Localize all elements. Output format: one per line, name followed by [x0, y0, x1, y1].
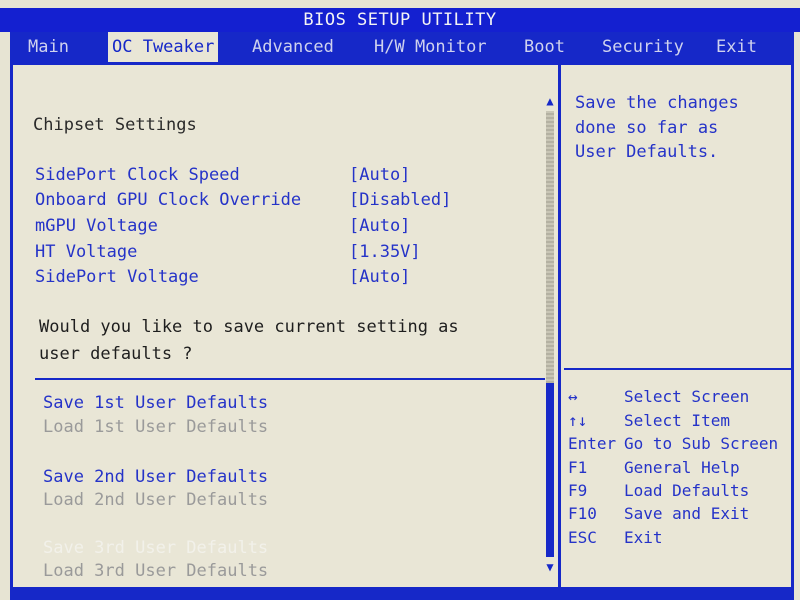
save-question-line-1: Would you like to save current setting a…	[39, 317, 459, 337]
tab-boot[interactable]: Boot	[524, 32, 565, 62]
setting-onboard-gpu-clock-override[interactable]: Onboard GPU Clock Override [Disabled]	[35, 190, 535, 216]
key-name: F1	[568, 458, 588, 477]
setting-value[interactable]: [Auto]	[349, 165, 410, 185]
scroll-up-arrow-icon[interactable]: ▲	[544, 93, 556, 109]
tab-main[interactable]: Main	[28, 32, 69, 62]
help-pane: Save the changes done so far as User Def…	[564, 65, 791, 587]
help-text-line-3: User Defaults.	[575, 142, 719, 162]
save-question-line-2: user defaults ?	[39, 344, 193, 364]
key-description: Go to Sub Screen	[624, 434, 779, 453]
tab-exit[interactable]: Exit	[716, 32, 757, 62]
key-description: Exit	[624, 528, 663, 547]
load-3rd-user-defaults[interactable]: Load 3rd User Defaults	[43, 561, 268, 581]
save-1st-user-defaults[interactable]: Save 1st User Defaults	[43, 393, 268, 413]
setting-label: SidePort Voltage	[35, 267, 199, 287]
key-name: ESC	[568, 528, 597, 547]
setting-label: SidePort Clock Speed	[35, 165, 240, 185]
menu-bar: Main OC Tweaker Advanced H/W Monitor Boo…	[10, 32, 794, 62]
setting-value[interactable]: [1.35V]	[349, 242, 421, 262]
tab-oc-tweaker[interactable]: OC Tweaker	[108, 32, 219, 62]
up-down-arrow-icon: ↑↓	[568, 411, 588, 430]
key-description: Load Defaults	[624, 481, 750, 500]
scroll-thumb[interactable]	[546, 383, 554, 557]
setting-sideport-clock-speed[interactable]: SidePort Clock Speed [Auto]	[35, 165, 535, 191]
bios-title: BIOS SETUP UTILITY	[0, 8, 800, 32]
bios-screen: BIOS SETUP UTILITY Main OC Tweaker Advan…	[0, 0, 800, 600]
footer-bar	[10, 590, 794, 600]
settings-pane: Chipset Settings SidePort Clock Speed [A…	[13, 65, 561, 587]
setting-value[interactable]: [Auto]	[349, 267, 410, 287]
left-right-arrow-icon: ↔	[568, 387, 578, 406]
save-3rd-user-defaults[interactable]: Save 3rd User Defaults	[43, 538, 268, 558]
load-1st-user-defaults[interactable]: Load 1st User Defaults	[43, 417, 268, 437]
section-title: Chipset Settings	[33, 115, 197, 135]
help-divider	[564, 368, 791, 370]
settings-panel: Chipset Settings SidePort Clock Speed [A…	[10, 62, 794, 590]
tab-advanced[interactable]: Advanced	[252, 32, 334, 62]
setting-label: HT Voltage	[35, 242, 138, 262]
key-description: General Help	[624, 458, 740, 477]
setting-value[interactable]: [Disabled]	[349, 190, 451, 210]
setting-ht-voltage[interactable]: HT Voltage [1.35V]	[35, 242, 535, 268]
help-text-line-2: done so far as	[575, 118, 719, 138]
key-name: F10	[568, 504, 597, 523]
setting-mgpu-voltage[interactable]: mGPU Voltage [Auto]	[35, 216, 535, 242]
help-text-line-1: Save the changes	[575, 93, 739, 113]
tab-hw-monitor[interactable]: H/W Monitor	[374, 32, 487, 62]
key-description: Select Item	[624, 411, 730, 430]
key-name: Enter	[568, 434, 617, 453]
setting-label: Onboard GPU Clock Override	[35, 190, 302, 210]
key-description: Save and Exit	[624, 504, 750, 523]
scroll-down-arrow-icon[interactable]: ▼	[544, 559, 556, 575]
save-2nd-user-defaults[interactable]: Save 2nd User Defaults	[43, 467, 268, 487]
tab-security[interactable]: Security	[602, 32, 684, 62]
scrollbar[interactable]: ▲ ▼	[544, 93, 556, 575]
divider	[35, 378, 545, 380]
key-name: F9	[568, 481, 588, 500]
load-2nd-user-defaults[interactable]: Load 2nd User Defaults	[43, 490, 268, 510]
setting-value[interactable]: [Auto]	[349, 216, 410, 236]
key-description: Select Screen	[624, 387, 750, 406]
setting-label: mGPU Voltage	[35, 216, 158, 236]
setting-sideport-voltage[interactable]: SidePort Voltage [Auto]	[35, 267, 535, 293]
